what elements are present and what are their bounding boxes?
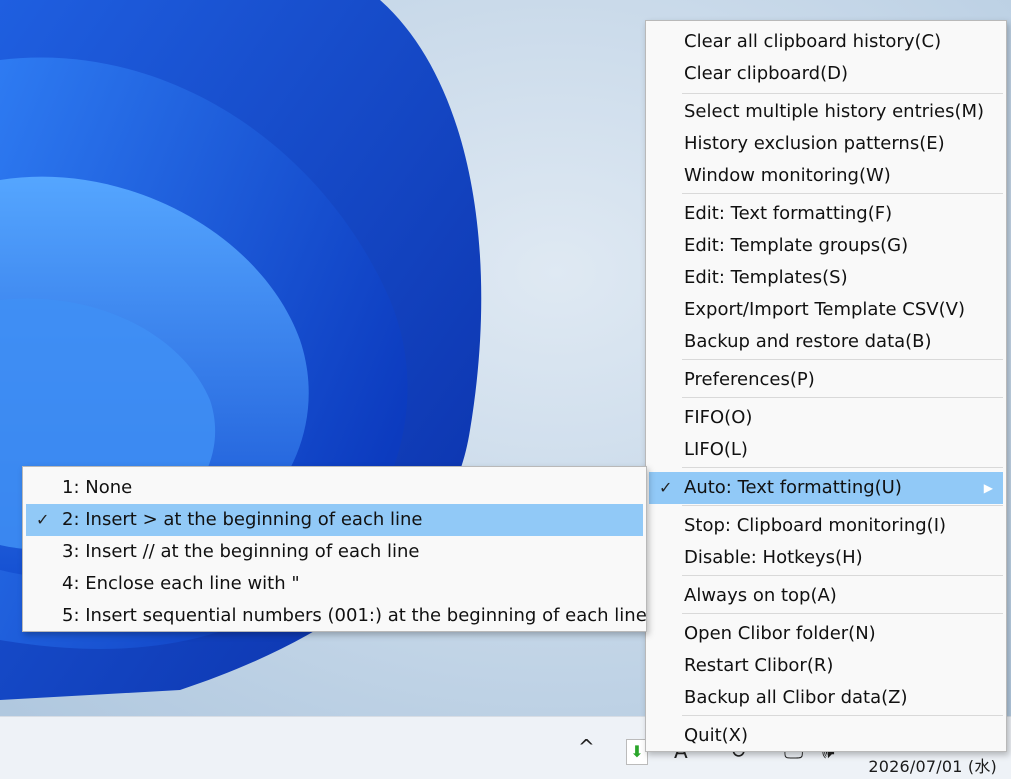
menu-item-edit-text-formatting[interactable]: Edit: Text formatting(F) — [649, 198, 1003, 230]
text-formatting-submenu: 1: None ✓ 2: Insert > at the beginning o… — [22, 466, 647, 632]
tray-context-menu: Clear all clipboard history(C) Clear cli… — [645, 20, 1007, 752]
menu-item-label: Select multiple history entries(M) — [684, 101, 985, 122]
menu-item-restart[interactable]: Restart Clibor(R) — [649, 650, 1003, 682]
submenu-item-sequential-numbers[interactable]: 5: Insert sequential numbers (001:) at t… — [26, 600, 647, 632]
menu-item-label: Edit: Templates(S) — [684, 267, 848, 288]
menu-item-backup-all[interactable]: Backup all Clibor data(Z) — [649, 682, 1003, 714]
menu-item-label: Always on top(A) — [684, 585, 837, 606]
menu-separator — [682, 359, 1003, 360]
menu-item-label: Quit(X) — [684, 725, 749, 746]
menu-item-label: Edit: Text formatting(F) — [684, 203, 893, 224]
menu-item-open-folder[interactable]: Open Clibor folder(N) — [649, 618, 1003, 650]
submenu-item-enclose-quotes[interactable]: 4: Enclose each line with " — [26, 568, 643, 600]
menu-item-disable-hotkeys[interactable]: Disable: Hotkeys(H) — [649, 542, 1003, 574]
menu-item-export-import-csv[interactable]: Export/Import Template CSV(V) — [649, 294, 1003, 326]
menu-item-clear-all-history[interactable]: Clear all clipboard history(C) — [649, 26, 1003, 58]
menu-item-label: Backup and restore data(B) — [684, 331, 932, 352]
menu-item-label: Open Clibor folder(N) — [684, 623, 876, 644]
menu-item-label: 5: Insert sequential numbers (001:) at t… — [62, 605, 647, 626]
submenu-item-none[interactable]: 1: None — [26, 472, 643, 504]
menu-item-auto-text-formatting[interactable]: ✓ Auto: Text formatting(U) ▶ — [649, 472, 1003, 504]
menu-item-label: Stop: Clipboard monitoring(I) — [684, 515, 947, 536]
menu-separator — [682, 505, 1003, 506]
submenu-item-insert-slashes[interactable]: 3: Insert // at the beginning of each li… — [26, 536, 643, 568]
menu-item-select-multiple[interactable]: Select multiple history entries(M) — [649, 96, 1003, 128]
menu-separator — [682, 397, 1003, 398]
clock[interactable]: 2026/07/01 (水) — [868, 753, 997, 777]
check-icon: ✓ — [659, 478, 673, 497]
menu-item-lifo[interactable]: LIFO(L) — [649, 434, 1003, 466]
menu-item-window-monitoring[interactable]: Window monitoring(W) — [649, 160, 1003, 192]
menu-item-edit-templates[interactable]: Edit: Templates(S) — [649, 262, 1003, 294]
menu-item-edit-template-groups[interactable]: Edit: Template groups(G) — [649, 230, 1003, 262]
menu-separator — [682, 715, 1003, 716]
menu-item-label: Clear clipboard(D) — [684, 63, 849, 84]
menu-item-fifo[interactable]: FIFO(O) — [649, 402, 1003, 434]
menu-separator — [682, 93, 1003, 94]
menu-item-label: Clear all clipboard history(C) — [684, 31, 942, 52]
menu-item-label: Auto: Text formatting(U) — [684, 477, 902, 498]
menu-item-label: Backup all Clibor data(Z) — [684, 687, 908, 708]
submenu-item-insert-gt[interactable]: ✓ 2: Insert > at the beginning of each l… — [26, 504, 643, 536]
menu-item-quit[interactable]: Quit(X) — [649, 720, 1003, 752]
tray-chevron-icon[interactable]: ^ — [578, 735, 595, 759]
menu-item-always-on-top[interactable]: Always on top(A) — [649, 580, 1003, 612]
menu-item-clear-clipboard[interactable]: Clear clipboard(D) — [649, 58, 1003, 90]
menu-item-label: Disable: Hotkeys(H) — [684, 547, 863, 568]
menu-item-label: 3: Insert // at the beginning of each li… — [62, 541, 420, 562]
menu-separator — [682, 575, 1003, 576]
menu-separator — [682, 193, 1003, 194]
menu-item-label: 2: Insert > at the beginning of each lin… — [62, 509, 423, 530]
menu-item-label: LIFO(L) — [684, 439, 748, 460]
menu-item-label: 1: None — [62, 477, 133, 498]
submenu-arrow-icon: ▶ — [983, 481, 993, 495]
menu-item-label: Window monitoring(W) — [684, 165, 891, 186]
menu-item-label: History exclusion patterns(E) — [684, 133, 945, 154]
menu-item-backup-restore[interactable]: Backup and restore data(B) — [649, 326, 1003, 358]
menu-item-preferences[interactable]: Preferences(P) — [649, 364, 1003, 396]
check-icon: ✓ — [36, 510, 50, 529]
menu-item-label: Restart Clibor(R) — [684, 655, 834, 676]
menu-separator — [682, 613, 1003, 614]
menu-separator — [682, 467, 1003, 468]
menu-item-label: 4: Enclose each line with " — [62, 573, 300, 594]
menu-item-label: FIFO(O) — [684, 407, 753, 428]
menu-item-exclusion-patterns[interactable]: History exclusion patterns(E) — [649, 128, 1003, 160]
menu-item-label: Edit: Template groups(G) — [684, 235, 909, 256]
menu-item-stop-clipboard-monitoring[interactable]: Stop: Clipboard monitoring(I) — [649, 510, 1003, 542]
menu-item-label: Preferences(P) — [684, 369, 815, 390]
menu-item-label: Export/Import Template CSV(V) — [684, 299, 965, 320]
